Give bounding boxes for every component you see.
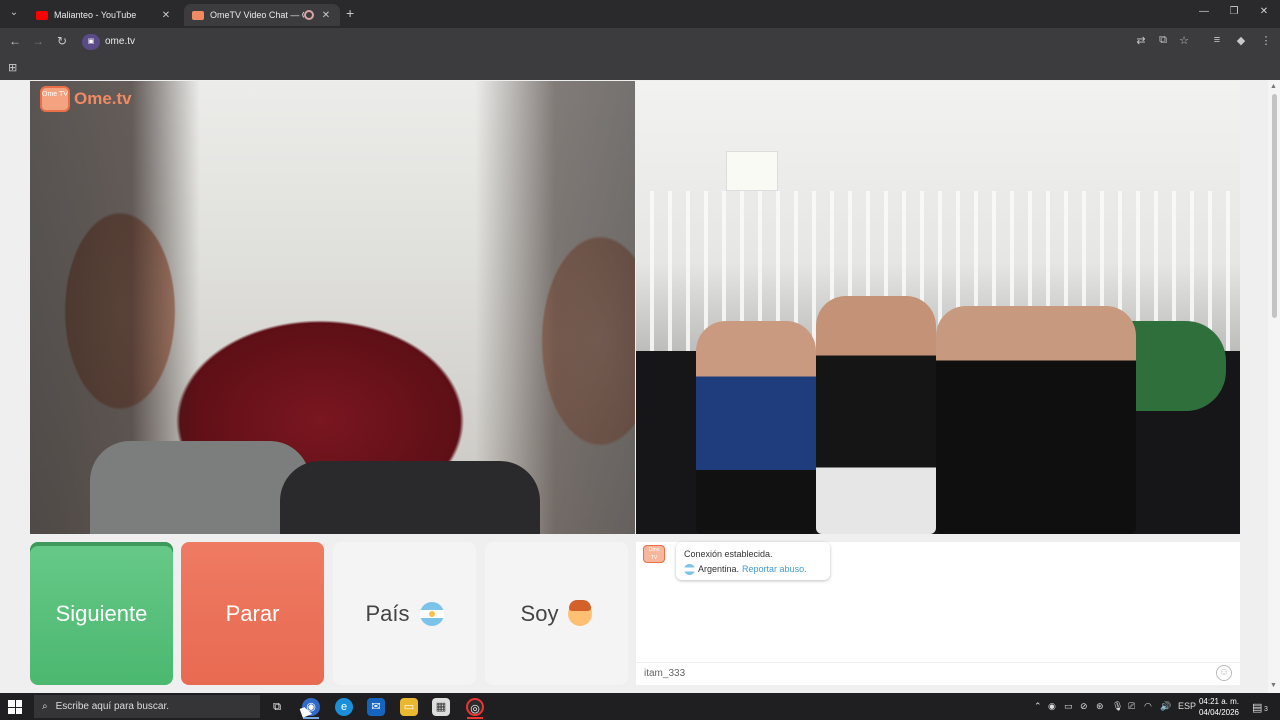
local-video <box>30 81 635 534</box>
windows-start-icon[interactable] <box>8 700 22 714</box>
scroll-thumb[interactable] <box>1272 94 1277 318</box>
close-window-icon[interactable]: ✕ <box>1254 6 1274 17</box>
connection-status: Conexión establecida. <box>684 549 773 559</box>
emoji-icon[interactable]: ☺ <box>1216 665 1232 681</box>
system-message: Conexión establecida. Argentina. Reporta… <box>676 542 830 580</box>
active-app-indicator <box>303 717 319 719</box>
country-label: País <box>365 600 410 626</box>
active-app-indicator <box>467 717 483 719</box>
chrome-profile-icon[interactable]: ◎ <box>466 698 484 716</box>
country-button[interactable]: País <box>333 542 476 685</box>
video-shape <box>816 296 936 534</box>
argentina-flag-icon <box>419 601 444 626</box>
wifi-icon[interactable]: ◠ <box>1144 701 1152 712</box>
extensions-icon[interactable]: ◆ <box>1234 34 1248 47</box>
browser-toolbar <box>0 28 1280 56</box>
store-icon[interactable]: ▦ <box>432 698 450 716</box>
ometv-logo-text: Ome.tv <box>74 89 132 108</box>
search-icon: ⌕ <box>42 701 48 712</box>
tray-app-icon[interactable]: ◉ <box>1048 701 1056 712</box>
clock[interactable]: 04:21 a. m. 04/04/2026 <box>1198 696 1240 718</box>
gender-button[interactable]: Soy <box>485 542 628 685</box>
ometv-icon <box>192 10 204 20</box>
argentina-flag-icon <box>684 564 695 575</box>
reload-icon[interactable]: ↻ <box>54 34 70 48</box>
close-tab-icon[interactable]: ✕ <box>160 10 172 21</box>
restore-icon[interactable]: ❐ <box>1224 6 1244 17</box>
site-info-icon[interactable]: ▣ <box>82 34 100 50</box>
tab-ometv[interactable]: OmeTV Video Chat — Ome ✕ <box>184 4 340 26</box>
youtube-icon <box>36 10 48 20</box>
gender-label: Soy <box>520 600 559 626</box>
video-shape <box>696 321 816 534</box>
next-button[interactable]: Siguiente <box>30 542 173 685</box>
language-indicator[interactable]: ESP <box>1178 701 1196 711</box>
task-view-icon[interactable]: ⧉ <box>268 698 286 716</box>
partner-country: Argentina. <box>698 564 740 574</box>
tab-title: Malianteo - YouTube <box>54 10 137 20</box>
ometv-logo[interactable]: Ome TV Ome.tv <box>40 86 132 112</box>
time: 04:21 a. m. <box>1198 697 1240 706</box>
ometv-chat-icon: Ome TV <box>643 545 665 563</box>
tray-app-icon[interactable]: ⊛ <box>1096 701 1104 712</box>
recording-icon <box>304 10 314 20</box>
tray-app-icon[interactable]: ⎚ <box>1128 701 1135 712</box>
ometv-logo-icon: Ome TV <box>40 86 70 112</box>
media-control-icon[interactable]: ≡ <box>1210 34 1224 46</box>
next-label: Siguiente <box>55 600 148 626</box>
tab-youtube[interactable]: Malianteo - YouTube ✕ <box>28 4 180 26</box>
stop-button[interactable]: Parar <box>181 542 324 685</box>
date: 04/04/2026 <box>1198 708 1240 717</box>
forward-icon[interactable]: → <box>30 34 46 48</box>
video-shape <box>280 461 540 534</box>
video-shape <box>936 306 1136 534</box>
show-hidden-icons[interactable]: ⌃ <box>1034 701 1042 712</box>
battery-icon[interactable]: ▭ <box>1064 701 1073 712</box>
chat-input[interactable] <box>636 662 1240 685</box>
tab-search-icon[interactable]: ⌄ <box>6 5 22 21</box>
bookmarks-bar <box>0 56 1280 80</box>
menu-icon[interactable]: ⋮ <box>1259 34 1273 47</box>
minimize-icon[interactable]: — <box>1194 6 1214 17</box>
file-explorer-icon[interactable]: ▭ <box>400 698 418 716</box>
scroll-down-icon[interactable]: ▼ <box>1270 682 1277 689</box>
translate-icon[interactable]: ⇄ <box>1134 34 1148 47</box>
tray-app-icon[interactable]: ⊘ <box>1080 701 1088 712</box>
edge-icon[interactable]: e <box>335 698 353 716</box>
notifications-icon[interactable]: ▤ <box>1252 701 1262 714</box>
tab-title: OmeTV Video Chat — Ome <box>210 10 304 20</box>
microphone-icon[interactable]: 🎙 <box>1112 701 1123 712</box>
bookmark-star-icon[interactable]: ☆ <box>1177 34 1191 47</box>
taskbar-search[interactable]: ⌕ Escribe aquí para buscar. <box>34 695 260 718</box>
notification-count: 3 <box>1264 706 1268 713</box>
address-bar[interactable]: ome.tv <box>105 36 135 47</box>
install-icon[interactable]: ⧉ <box>1156 34 1170 47</box>
new-tab-button[interactable]: + <box>346 5 354 21</box>
video-shape <box>726 151 778 191</box>
chat-username: itam_333 <box>644 668 686 679</box>
close-tab-icon[interactable]: ✕ <box>320 10 332 21</box>
apps-grid-icon[interactable]: ⊞ <box>8 61 17 74</box>
scroll-up-icon[interactable]: ▲ <box>1270 83 1277 90</box>
mail-icon[interactable]: ✉ <box>367 698 385 716</box>
back-icon[interactable]: ← <box>7 34 23 48</box>
search-placeholder: Escribe aquí para buscar. <box>55 701 170 712</box>
boy-face-icon <box>568 599 593 626</box>
stop-label: Parar <box>225 600 280 626</box>
remote-video <box>636 81 1240 534</box>
report-abuse-link[interactable]: Reportar abuso. <box>742 562 807 577</box>
volume-icon[interactable]: 🔊 <box>1160 701 1171 712</box>
video-shape <box>90 441 310 534</box>
